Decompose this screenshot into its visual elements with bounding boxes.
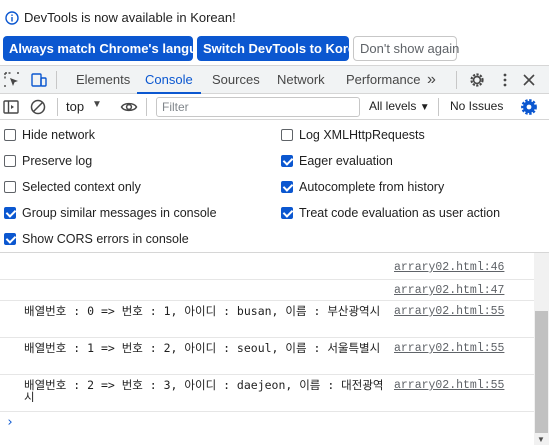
- checkbox-checked[interactable]: [281, 155, 293, 167]
- source-link[interactable]: arrary02.html:46: [394, 261, 504, 274]
- toolbar-divider: [57, 98, 58, 116]
- setting-label: Hide network: [22, 128, 95, 142]
- console-settings-panel: Hide network Preserve log Selected conte…: [0, 121, 549, 253]
- console-settings-gear-icon[interactable]: [520, 98, 538, 116]
- tabbar-divider: [456, 71, 457, 89]
- setting-preserve-log[interactable]: Preserve log: [4, 152, 92, 170]
- scroll-down-arrow-icon[interactable]: ▼: [537, 435, 545, 444]
- setting-treat-code-evaluation[interactable]: Treat code evaluation as user action: [281, 204, 500, 222]
- checkbox-checked[interactable]: [4, 233, 16, 245]
- checkbox-checked[interactable]: [281, 207, 293, 219]
- setting-label: Preserve log: [22, 154, 93, 168]
- console-prompt-icon[interactable]: ›: [6, 415, 14, 430]
- issues-counter[interactable]: No Issues: [450, 99, 503, 113]
- log-levels-label: All levels: [369, 99, 417, 113]
- console-output: arrary02.html:46 arrary02.html:47 배열번호 :…: [0, 253, 534, 445]
- source-link[interactable]: arrary02.html:55: [394, 379, 504, 392]
- tab-console[interactable]: Console: [137, 66, 201, 94]
- toolbar-divider: [438, 98, 439, 116]
- chevron-down-icon: ▼: [419, 102, 430, 113]
- clear-console-icon[interactable]: [29, 98, 47, 116]
- source-link[interactable]: arrary02.html:47: [394, 284, 504, 297]
- console-toolbar: top ▼ All levels ▼ No Issues: [0, 94, 549, 120]
- device-toolbar-icon[interactable]: [30, 71, 48, 89]
- console-message: 배열번호 : 0 => 번호 : 1, 아이디 : busan, 이름 : 부산…: [0, 301, 534, 338]
- scrollbar[interactable]: ▼: [534, 253, 549, 445]
- chevron-down-icon[interactable]: ▼: [92, 99, 102, 110]
- more-options-icon[interactable]: [496, 71, 514, 89]
- console-message: 배열번호 : 2 => 번호 : 3, 아이디 : daejeon, 이름 : …: [0, 375, 534, 412]
- console-message: arrary02.html:46: [0, 257, 534, 280]
- setting-show-cors-errors[interactable]: Show CORS errors in console: [4, 230, 189, 248]
- setting-label: Treat code evaluation as user action: [299, 206, 501, 220]
- devtools-tabbar: Elements Console Sources Network Perform…: [0, 66, 549, 94]
- setting-label: Eager evaluation: [299, 154, 393, 168]
- tab-performance[interactable]: Performance: [346, 66, 420, 94]
- setting-eager-evaluation[interactable]: Eager evaluation: [281, 152, 393, 170]
- setting-label: Selected context only: [22, 180, 141, 194]
- checkbox[interactable]: [4, 129, 16, 141]
- setting-label: Show CORS errors in console: [22, 232, 189, 246]
- setting-log-xmlhttprequests[interactable]: Log XMLHttpRequests: [281, 126, 425, 144]
- close-icon[interactable]: [520, 71, 538, 89]
- scrollbar-thumb[interactable]: [535, 311, 548, 433]
- filter-input[interactable]: [156, 97, 360, 117]
- sidebar-toggle-icon[interactable]: [2, 98, 20, 116]
- setting-label: Autocomplete from history: [299, 180, 445, 194]
- checkbox[interactable]: [4, 181, 16, 193]
- setting-label: Log XMLHttpRequests: [299, 128, 425, 142]
- toolbar-divider: [146, 98, 147, 116]
- tabbar-divider: [56, 71, 57, 89]
- console-message: 배열번호 : 1 => 번호 : 2, 아이디 : seoul, 이름 : 서울…: [0, 338, 534, 375]
- banner-message: DevTools is now available in Korean!: [24, 10, 236, 25]
- more-tabs-icon[interactable]: »: [427, 66, 436, 94]
- info-icon: [5, 11, 19, 25]
- checkbox[interactable]: [281, 129, 293, 141]
- console-message-text: 배열번호 : 2 => 번호 : 3, 아이디 : daejeon, 이름 : …: [24, 378, 384, 404]
- setting-selected-context-only[interactable]: Selected context only: [4, 178, 141, 196]
- source-link[interactable]: arrary02.html:55: [394, 305, 504, 318]
- setting-group-similar[interactable]: Group similar messages in console: [4, 204, 217, 222]
- setting-label: Group similar messages in console: [22, 206, 217, 220]
- always-match-language-button[interactable]: Always match Chrome's language: [3, 36, 219, 61]
- switch-to-korean-button[interactable]: Switch DevTools to Korean: [197, 36, 370, 61]
- log-levels-dropdown[interactable]: All levels ▼: [369, 99, 430, 113]
- settings-gear-icon[interactable]: [468, 71, 486, 89]
- checkbox-checked[interactable]: [4, 207, 16, 219]
- tab-sources[interactable]: Sources: [212, 66, 260, 94]
- dont-show-again-button[interactable]: Don't show again: [353, 36, 459, 61]
- live-expression-eye-icon[interactable]: [120, 98, 138, 116]
- language-banner: DevTools is now available in Korean! Alw…: [0, 0, 549, 66]
- checkbox-checked[interactable]: [281, 181, 293, 193]
- console-message: arrary02.html:47: [0, 280, 534, 301]
- console-message-text: 배열번호 : 1 => 번호 : 2, 아이디 : seoul, 이름 : 서울…: [24, 341, 381, 355]
- tab-network[interactable]: Network: [277, 66, 325, 94]
- setting-autocomplete-history[interactable]: Autocomplete from history: [281, 178, 444, 196]
- source-link[interactable]: arrary02.html:55: [394, 342, 504, 355]
- context-selector[interactable]: top: [66, 99, 84, 114]
- console-message-text: 배열번호 : 0 => 번호 : 1, 아이디 : busan, 이름 : 부산…: [24, 304, 381, 318]
- checkbox[interactable]: [4, 155, 16, 167]
- inspect-element-icon[interactable]: [3, 71, 21, 89]
- tab-elements[interactable]: Elements: [76, 66, 130, 94]
- setting-hide-network[interactable]: Hide network: [4, 126, 95, 144]
